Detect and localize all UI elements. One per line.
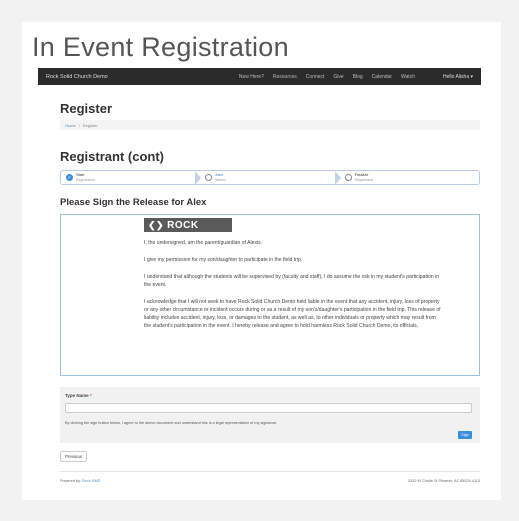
site-content: Register Home / Register Registrant (con… [38, 85, 481, 497]
release-paragraph: I acknowledge that I will not seek to ha… [144, 299, 441, 329]
step-subtitle: Registration [354, 177, 374, 182]
nav-link-give[interactable]: Give [333, 74, 343, 80]
previous-button[interactable]: Previous [60, 451, 87, 462]
footer-divider [60, 471, 480, 472]
type-name-label-text: Type Name [65, 393, 89, 398]
circle-icon [344, 174, 352, 181]
check-icon: ✓ [66, 174, 73, 181]
progress-steps: ✓ Start Registration Alex Waiver Finaliz… [60, 170, 480, 185]
section-title: Registrant (cont) [60, 149, 164, 164]
breadcrumb-current: Register [82, 122, 98, 128]
type-name-input[interactable] [65, 403, 472, 413]
release-text: I, the undersigned, am the parent/guardi… [144, 239, 444, 339]
release-paragraph: I, the undersigned, am the parent/guardi… [144, 240, 263, 246]
step-waiver: Alex Waiver [200, 171, 341, 184]
release-document[interactable]: ❮❯ ROCK I, the undersigned, am the paren… [60, 214, 480, 376]
release-paragraph: I give my permission for my son/daughter… [144, 257, 303, 263]
signature-disclaimer: By clicking the sign button below, I agr… [65, 421, 278, 425]
nav-link-calendar[interactable]: Calendar [372, 74, 392, 80]
page-title: Register [60, 101, 113, 116]
required-mark: * [89, 393, 92, 398]
nav-link-watch[interactable]: Watch [401, 74, 415, 80]
nav-link-resources[interactable]: Resources [273, 74, 297, 80]
step-subtitle: Waiver [215, 177, 227, 182]
user-menu[interactable]: Hello Alisha ▾ [443, 74, 473, 80]
rock-logo: ❮❯ ROCK [144, 218, 232, 232]
nav-links: New Here? Resources Connect Give Blog Ca… [239, 74, 415, 80]
rock-rms-link[interactable]: Rock RMS [82, 479, 100, 483]
site-brand[interactable]: Rock Solid Church Demo [46, 74, 239, 80]
sign-button[interactable]: Sign [458, 431, 472, 439]
page-heading: In Event Registration [32, 32, 289, 62]
step-subtitle: Registration [76, 177, 95, 182]
footer-address: 3120 W Cholla St Phoenix, AZ 85029-4113 [407, 479, 480, 483]
signature-panel: Type Name * By clicking the sign button … [60, 387, 480, 443]
release-heading: Please Sign the Release for Alex [60, 197, 207, 208]
circle-icon [205, 174, 213, 181]
nav-link-blog[interactable]: Blog [353, 74, 363, 80]
breadcrumb-home[interactable]: Home [65, 123, 76, 128]
logo-text: ROCK [167, 219, 199, 231]
nav-link-connect[interactable]: Connect [306, 74, 325, 80]
nav-link-new-here[interactable]: New Here? [239, 74, 264, 80]
powered-by-label: Powered by: [60, 479, 82, 483]
type-name-label: Type Name * [65, 393, 92, 398]
chevron-logo-icon: ❮❯ [148, 219, 165, 230]
breadcrumb-separator: / [78, 122, 80, 128]
top-navbar: Rock Solid Church Demo New Here? Resourc… [38, 68, 481, 85]
footer-powered-by: Powered by: Rock RMS [60, 479, 100, 483]
step-finalize: Finalize Registration [340, 171, 479, 184]
breadcrumb: Home / Register [60, 120, 480, 130]
step-start: ✓ Start Registration [61, 171, 202, 184]
release-paragraph: I understand that although the students … [144, 274, 440, 288]
